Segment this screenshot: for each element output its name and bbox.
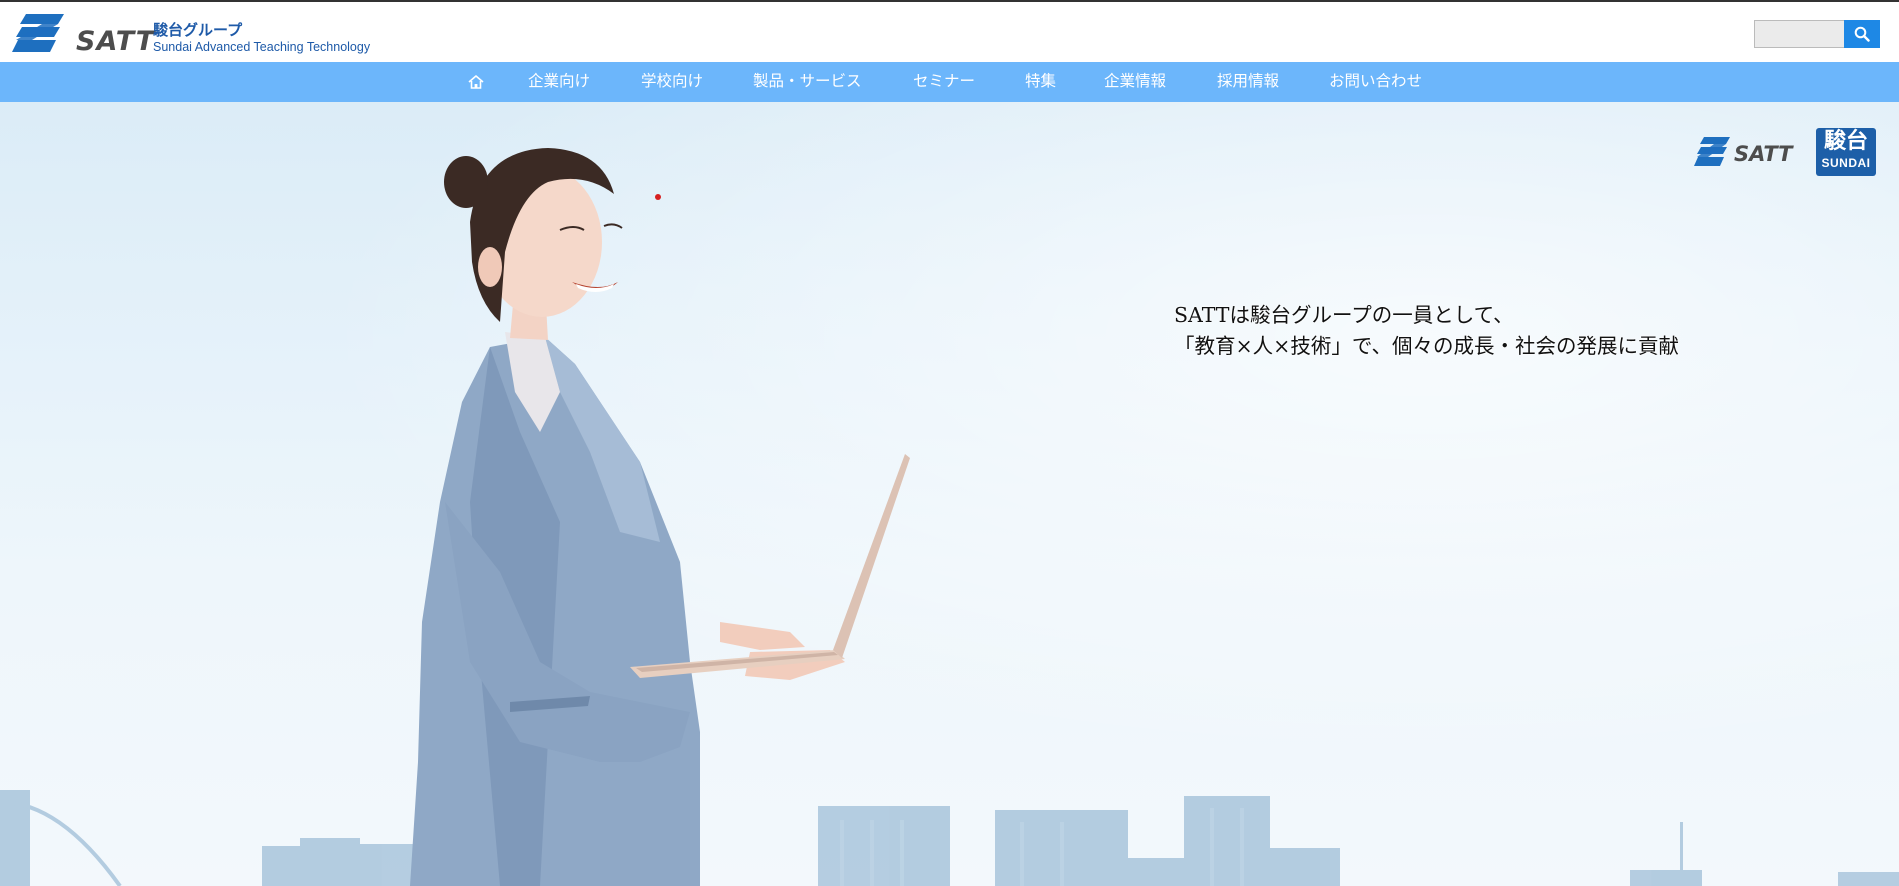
nav-item-company[interactable]: 企業情報 bbox=[1104, 62, 1166, 102]
group-name: 駿台グループ bbox=[153, 21, 243, 39]
nav-item-contact[interactable]: お問い合わせ bbox=[1329, 62, 1422, 102]
search-button[interactable] bbox=[1844, 20, 1880, 48]
sundai-logo: 駿台 SUNDAI bbox=[1816, 128, 1876, 176]
satt-mark-icon bbox=[1694, 137, 1730, 166]
search-input[interactable] bbox=[1754, 20, 1846, 48]
sundai-en: SUNDAI bbox=[1821, 156, 1871, 170]
search-form bbox=[1754, 20, 1880, 48]
nav-item-corporate[interactable]: 企業向け bbox=[528, 62, 590, 102]
nav-item-products[interactable]: 製品・サービス bbox=[753, 62, 862, 102]
nav-item-seminar[interactable]: セミナー bbox=[913, 62, 975, 102]
site-header: SATT 駿台グループ Sundai Advanced Teaching Tec… bbox=[0, 2, 1899, 62]
red-marker-dot bbox=[655, 194, 661, 200]
nav-item-recruit[interactable]: 採用情報 bbox=[1217, 62, 1279, 102]
tagline-line-2: 「教育×人×技術」で、個々の成長・社会の発展に貢献 bbox=[1174, 334, 1680, 358]
hero-tagline: SATTは駿台グループの一員として、 「教育×人×技術」で、個々の成長・社会の発… bbox=[1174, 300, 1679, 362]
home-icon bbox=[468, 75, 484, 89]
hero-satt-text: SATT bbox=[1734, 142, 1793, 166]
hero-logos: SATT 駿台 SUNDAI bbox=[1694, 126, 1878, 176]
search-icon bbox=[1854, 26, 1870, 42]
satt-logo-mark-icon bbox=[12, 14, 64, 52]
sundai-kanji: 駿台 bbox=[1823, 129, 1868, 154]
satt-logo[interactable]: SATT bbox=[12, 12, 154, 57]
logo-text: SATT bbox=[76, 26, 156, 57]
group-name-en: Sundai Advanced Teaching Technology bbox=[153, 40, 371, 54]
tagline-line-1: SATTは駿台グループの一員として、 bbox=[1174, 303, 1514, 327]
nav-home[interactable] bbox=[466, 73, 486, 91]
nav-item-feature[interactable]: 特集 bbox=[1025, 62, 1056, 102]
woman-with-laptop-image bbox=[410, 148, 910, 886]
hero-banner[interactable]: SATT 駿台 SUNDAI SATTは駿台グループの一員として、 「教育×人×… bbox=[0, 102, 1899, 886]
main-nav: 企業向け 学校向け 製品・サービス セミナー 特集 企業情報 採用情報 お問い合… bbox=[0, 62, 1899, 102]
nav-item-schools[interactable]: 学校向け bbox=[641, 62, 703, 102]
